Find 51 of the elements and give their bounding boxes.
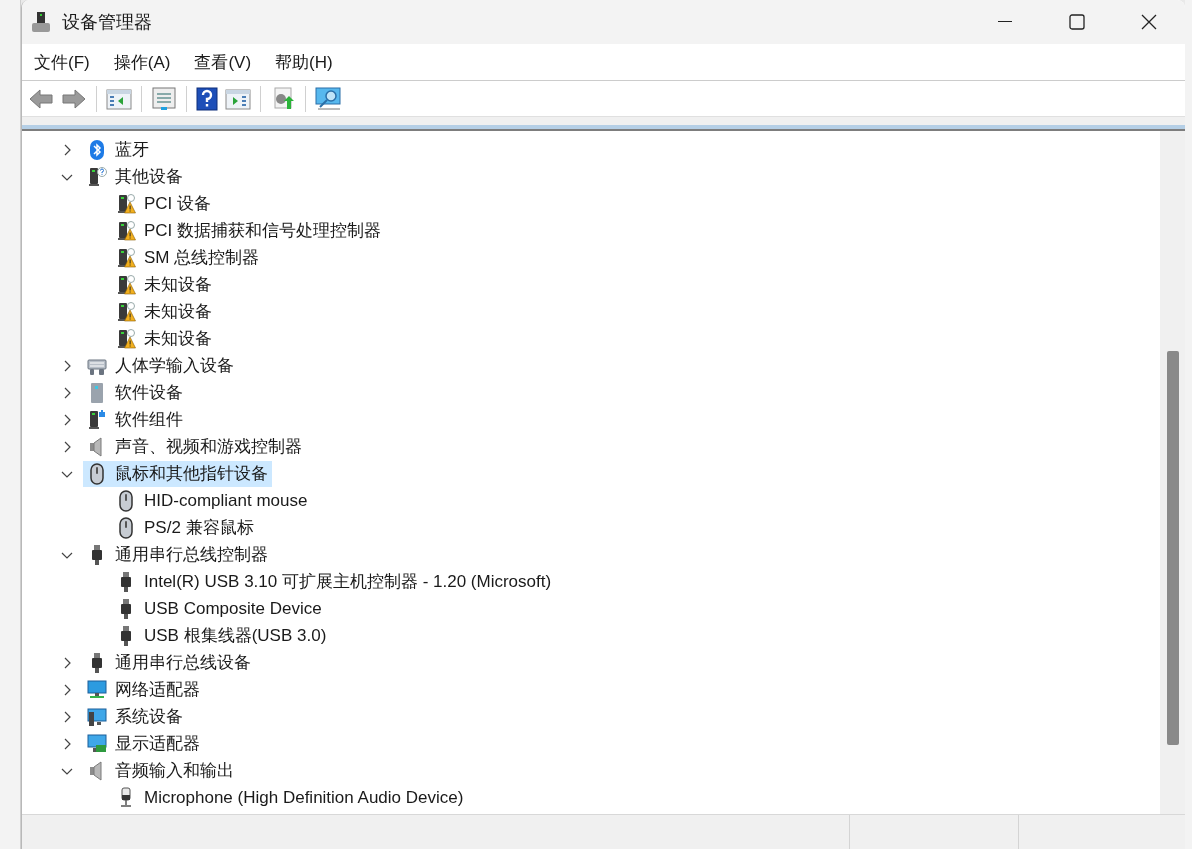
warning-device-icon (116, 273, 136, 296)
tree-item[interactable]: 蓝牙 (83, 136, 153, 163)
mouse-icon (116, 516, 136, 539)
close-icon (1141, 14, 1157, 30)
tree-item[interactable]: 软件组件 (83, 406, 187, 433)
warning-device-icon (116, 300, 136, 323)
tree-item[interactable]: 音频输入和输出 (83, 757, 238, 784)
tree-item[interactable]: 通用串行总线设备 (83, 649, 255, 676)
tree-item[interactable]: 声音、视频和游戏控制器 (83, 433, 306, 460)
tree-item[interactable]: HID-compliant mouse (112, 487, 312, 514)
tree-item[interactable]: 未知设备 (112, 271, 216, 298)
tree-item[interactable]: 系统设备 (83, 703, 187, 730)
network-monitor-icon (87, 678, 107, 701)
scrollbar-thumb[interactable] (1167, 351, 1179, 745)
tree-item[interactable]: 显示适配器 (83, 730, 204, 757)
device-manager-icon (30, 11, 52, 33)
mouse-icon (87, 462, 107, 485)
menu-item[interactable]: 操作(A) (105, 46, 179, 78)
tree-item[interactable]: 软件设备 (83, 379, 187, 406)
puzzle-device-icon (87, 408, 107, 431)
menu-item[interactable]: 帮助(H) (267, 46, 341, 78)
display-adapter-icon (87, 732, 107, 755)
tree-item[interactable]: 未知设备 (112, 325, 216, 352)
tree-item[interactable]: PCI 数据捕获和信号处理控制器 (112, 217, 386, 244)
minimize-icon (998, 21, 1012, 23)
menu-item[interactable]: 文件(F) (26, 46, 98, 78)
scrollbar[interactable] (1160, 131, 1185, 814)
system-monitor-icon (87, 705, 107, 728)
warning-device-icon (116, 327, 136, 350)
unknown-device-icon (87, 165, 107, 188)
tree-item[interactable]: 人体学输入设备 (83, 352, 238, 379)
tree-item[interactable]: PCI 设备 (112, 190, 216, 217)
window-title: 设备管理器 (62, 11, 152, 34)
warning-device-icon (116, 192, 136, 215)
tree-item[interactable]: 未知设备 (112, 298, 216, 325)
tree-item[interactable]: 网络适配器 (83, 676, 204, 703)
tree-item[interactable]: USB Composite Device (112, 595, 326, 622)
tree-item[interactable]: USB 根集线器(USB 3.0) (112, 622, 331, 649)
menu-item[interactable]: 查看(V) (186, 46, 260, 78)
mouse-icon (116, 489, 136, 512)
tree-item[interactable]: 通用串行总线控制器 (83, 541, 272, 568)
tree-item[interactable]: Intel(R) USB 3.10 可扩展主机控制器 - 1.20 (Microsoft) (112, 568, 556, 595)
warning-device-icon (116, 246, 136, 269)
maximize-icon (1069, 14, 1085, 30)
bluetooth-icon (87, 138, 107, 161)
warning-device-icon (116, 219, 136, 242)
tree-item[interactable]: SM 总线控制器 (112, 244, 264, 271)
tree-item[interactable]: 鼠标和其他指针设备 (83, 460, 272, 487)
tree-item[interactable]: Microphone (High Definition Audio Device) (112, 784, 468, 811)
tree-item[interactable]: 其他设备 (83, 163, 187, 190)
tree-item[interactable]: PS/2 兼容鼠标 (112, 514, 258, 541)
